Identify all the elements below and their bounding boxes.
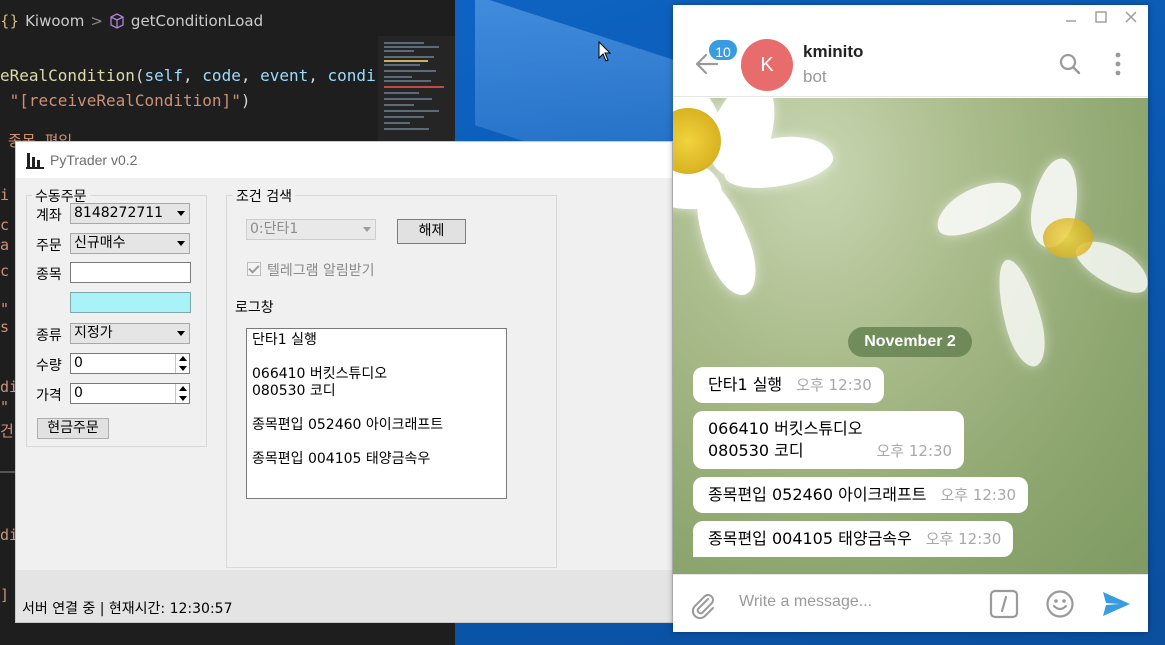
code-gutter-char: di — [0, 526, 19, 544]
log-line: 066410 버킷스튜디오 — [252, 366, 388, 382]
breadcrumb-item-method[interactable]: getConditionLoad — [131, 12, 263, 30]
message-bubble[interactable]: 066410 버킷스튜디오 080530 코디오후 12:30 — [693, 411, 965, 469]
log-line: 종목편입 004105 태양금속우 — [252, 451, 431, 467]
log-line: 단타1 실행 — [252, 332, 317, 348]
chevron-down-icon — [177, 241, 185, 246]
emoji-icon[interactable] — [1045, 589, 1075, 619]
message-text: 단타1 실행 — [708, 375, 783, 394]
chat-header: K 10 kminito bot — [673, 31, 1148, 97]
message-text: 종목편입 052460 아이크래프트 — [708, 485, 927, 504]
message-bubble[interactable]: 단타1 실행 오후 12:30 — [693, 367, 884, 403]
status-text: 서버 연결 중 | 현재시간: 12:30:57 — [22, 601, 233, 617]
window-title: PyTrader v0.2 — [50, 152, 138, 168]
editor-minimap[interactable] — [378, 36, 455, 141]
message-time: 오후 12:30 — [876, 442, 953, 460]
message-time: 오후 12:30 — [940, 486, 1017, 504]
chevron-down-icon — [177, 211, 185, 216]
message-time: 오후 12:30 — [796, 376, 872, 394]
log-label: 로그창 — [235, 300, 274, 316]
price-label: 가격 — [36, 388, 62, 404]
pytrader-titlebar[interactable]: PyTrader v0.2 — [16, 142, 672, 178]
more-vertical-icon[interactable] — [1113, 51, 1123, 77]
spin-up-icon[interactable] — [179, 386, 187, 391]
date-divider: November 2 — [848, 327, 972, 357]
cash-order-button[interactable]: 현금주문 — [37, 418, 109, 439]
minimize-icon[interactable] — [1063, 9, 1079, 25]
stock-name-field — [70, 292, 191, 313]
status-bar: 서버 연결 중 | 현재시간: 12:30:57 — [16, 570, 672, 622]
code-gutter-char: " — [0, 300, 10, 318]
quantity-label: 수량 — [36, 358, 62, 374]
breadcrumb-item-kiwoom[interactable]: Kiwoom — [25, 12, 84, 30]
code-gutter-char: di — [0, 378, 19, 396]
spin-down-icon[interactable] — [179, 366, 187, 371]
price-type-select[interactable]: 지정가 — [70, 323, 190, 344]
message-input[interactable]: Write a message... — [739, 593, 872, 611]
message-time: 오후 12:30 — [925, 530, 1002, 548]
code-gutter-char: i — [0, 186, 10, 204]
price-stepper[interactable]: 0 — [70, 383, 190, 404]
telegram-alert-label: 텔레그램 알림받기 — [267, 263, 375, 279]
message-composer: Write a message... — [673, 574, 1148, 632]
code-line: eRealCondition(self, code, event, condi — [0, 66, 376, 85]
stock-code-input[interactable] — [70, 262, 191, 283]
chat-name[interactable]: kminito — [803, 42, 863, 62]
order-type-select[interactable]: 신규매수 — [70, 233, 190, 254]
message-text: 066410 버킷스튜디오 080530 코디 — [708, 419, 863, 460]
log-line: 종목편입 052460 아이크래프트 — [252, 417, 444, 433]
breadcrumb-separator: > — [90, 12, 103, 30]
telegram-titlebar[interactable] — [673, 5, 1148, 31]
unread-badge: 10 — [707, 38, 739, 62]
condition-select[interactable]: 0:단타1 — [246, 219, 376, 240]
message-bubble[interactable]: 종목편입 052460 아이크래프트 오후 12:30 — [693, 477, 1029, 513]
quantity-stepper[interactable]: 0 — [70, 353, 190, 374]
code-line: "[receiveRealCondition]") — [9, 91, 251, 110]
bar-chart-icon — [26, 153, 44, 169]
avatar[interactable]: K — [741, 39, 793, 91]
code-gutter-char: c — [0, 216, 10, 234]
condition-search-group-label: 조건 검색 — [233, 186, 295, 206]
search-icon[interactable] — [1059, 53, 1081, 75]
send-icon[interactable] — [1101, 589, 1131, 619]
breadcrumb-file-icon: {} — [0, 12, 20, 30]
code-gutter-char: a — [0, 236, 10, 254]
release-button[interactable]: 해제 — [397, 219, 466, 244]
code-gutter-char: s — [0, 318, 10, 336]
spin-up-icon[interactable] — [179, 356, 187, 361]
telegram-window[interactable]: K 10 kminito bot November 2 단타1 실행오후 12:… — [673, 5, 1148, 632]
mouse-cursor-icon — [598, 41, 612, 62]
slash-commands-icon[interactable] — [989, 589, 1019, 619]
paperclip-icon[interactable] — [689, 591, 717, 619]
close-icon[interactable] — [1123, 9, 1139, 25]
code-gutter-char: ] — [0, 586, 10, 604]
account-select[interactable]: 8148272711 — [70, 203, 190, 224]
message-text: 종목편입 004105 태양금속우 — [708, 529, 912, 548]
method-cube-icon — [110, 13, 124, 29]
log-line: 080530 코디 — [252, 383, 336, 399]
account-label: 계좌 — [36, 208, 62, 224]
spin-down-icon[interactable] — [179, 396, 187, 401]
chevron-down-icon — [363, 227, 371, 232]
chat-message-area[interactable]: November 2 단타1 실행 오후 12:30 066410 버킷스튜디오 0… — [673, 98, 1148, 574]
telegram-alert-checkbox[interactable] — [247, 262, 261, 276]
log-textarea[interactable]: 단타1 실행 066410 버킷스튜디오 080530 코디종목편입 052460 … — [246, 328, 507, 499]
stock-label: 종목 — [36, 267, 62, 283]
price-type-label: 종류 — [36, 328, 62, 344]
order-label: 주문 — [36, 238, 62, 254]
code-gutter-char: 건 — [0, 422, 14, 440]
chevron-down-icon — [177, 331, 185, 336]
maximize-icon[interactable] — [1093, 9, 1109, 25]
code-gutter-char: " — [0, 398, 10, 416]
message-bubble[interactable]: 종목편입 004105 태양금속우 오후 12:30 — [693, 521, 1014, 557]
breadcrumb: {} Kiwoom > getConditionLoad — [0, 10, 263, 32]
chat-status: bot — [803, 67, 827, 86]
code-gutter-char: c — [0, 262, 10, 280]
pytrader-window[interactable]: PyTrader v0.2 수동주문 계좌 8148272711 주문 신규매수… — [15, 141, 673, 623]
